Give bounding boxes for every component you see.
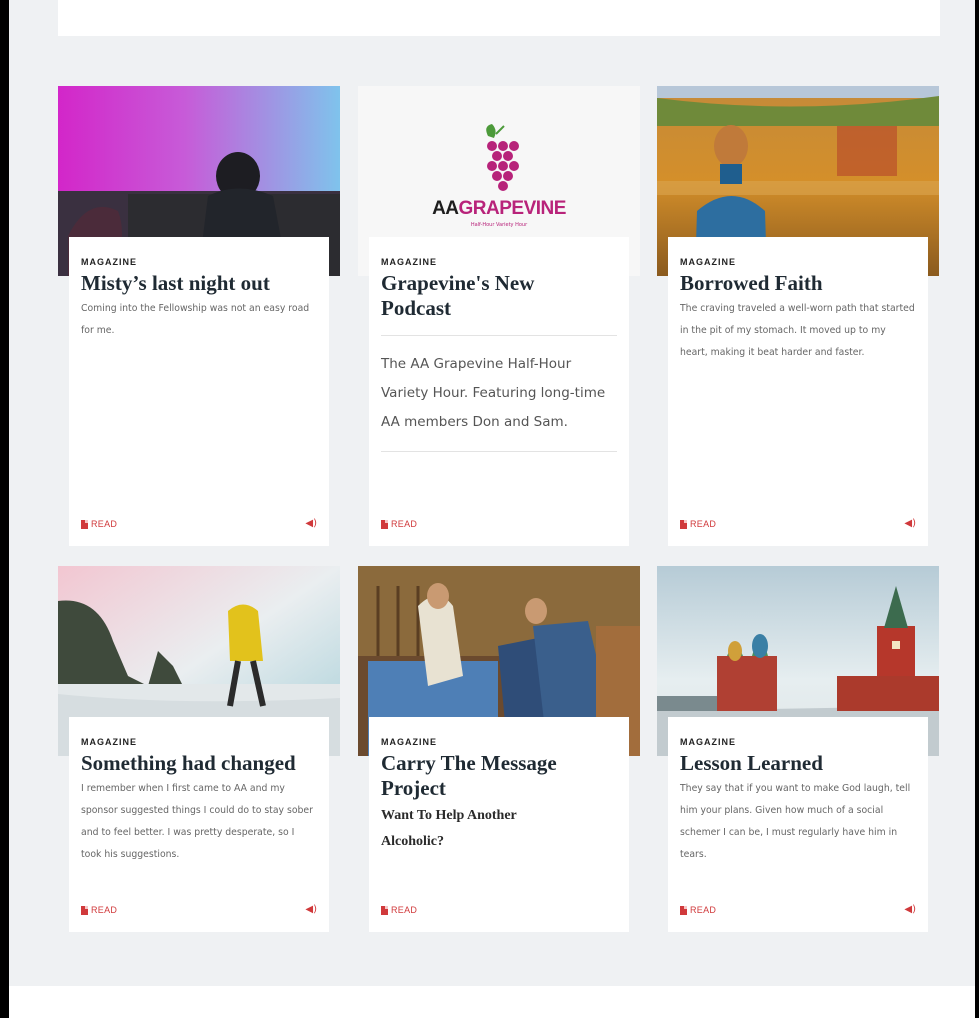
document-icon [81,519,88,529]
speaker-icon[interactable]: ◀) [305,519,317,529]
card-body: MAGAZINE Grapevine's New Podcast The AA … [369,237,629,546]
top-search-bar [58,0,940,36]
article-title[interactable]: Misty’s last night out [81,271,317,296]
card-body: MAGAZINE Borrowed Faith The craving trav… [668,237,928,546]
article-excerpt: The AA Grapevine Half-Hour Variety Hour.… [381,356,606,430]
card-actions: READ ◀) [680,518,916,530]
category-label: MAGAZINE [381,257,437,267]
read-link[interactable]: READ [381,519,417,529]
footer-bar [9,986,975,1018]
document-icon [381,519,388,529]
document-icon [680,519,687,529]
category-label: MAGAZINE [81,257,137,267]
card-actions: READ ◀) [680,904,916,916]
article-card[interactable]: MAGAZINE Misty’s last night out Coming i… [58,86,340,546]
read-label: READ [690,905,717,915]
logo-tagline: Half-Hour Variety Hour [470,222,528,228]
divider [381,451,617,452]
document-icon [81,905,88,915]
read-link[interactable]: READ [680,519,716,529]
card-body: MAGAZINE Carry The Message Project Want … [369,717,629,932]
category-label: MAGAZINE [81,737,137,747]
article-card[interactable]: MAGAZINE Lesson Learned They say that if… [657,566,939,932]
article-excerpt: They say that if you want to make God la… [680,783,911,860]
document-icon [381,905,388,915]
card-actions: READ ◀) [81,518,317,530]
article-excerpt: I remember when I first came to AA and m… [81,783,313,860]
category-label: MAGAZINE [680,737,736,747]
read-label: READ [91,519,118,529]
speaker-icon[interactable]: ◀) [305,905,317,915]
article-card[interactable]: MAGAZINE Carry The Message Project Want … [358,566,640,932]
card-actions: READ [381,518,617,530]
speaker-icon[interactable]: ◀) [904,905,916,915]
card-actions: READ [381,904,617,916]
grapevine-logo: AAGRAPEVINE [432,198,566,219]
page: MAGAZINE Misty’s last night out Coming i… [9,0,975,1018]
article-subtitle: Want To Help Another Alcoholic? [381,808,517,849]
divider [381,335,617,336]
article-title[interactable]: Lesson Learned [680,751,916,776]
document-icon [680,905,687,915]
card-body: MAGAZINE Something had changed I remembe… [69,717,329,932]
article-excerpt: The craving traveled a well-worn path th… [680,303,915,358]
article-title[interactable]: Something had changed [81,751,317,776]
read-link[interactable]: READ [81,519,117,529]
read-label: READ [690,519,717,529]
read-link[interactable]: READ [81,905,117,915]
article-card[interactable]: MAGAZINE Borrowed Faith The craving trav… [657,86,939,546]
article-card[interactable]: MAGAZINE Something had changed I remembe… [58,566,340,932]
read-label: READ [91,905,118,915]
card-body: MAGAZINE Lesson Learned They say that if… [668,717,928,932]
read-label: READ [391,905,418,915]
read-link[interactable]: READ [680,905,716,915]
article-card[interactable]: AAGRAPEVINE Half-Hour Variety Hour MAGAZ… [358,86,640,546]
card-body: MAGAZINE Misty’s last night out Coming i… [69,237,329,546]
category-label: MAGAZINE [680,257,736,267]
article-title[interactable]: Borrowed Faith [680,271,916,296]
speaker-icon[interactable]: ◀) [904,519,916,529]
card-actions: READ ◀) [81,904,317,916]
article-title[interactable]: Grapevine's New Podcast [381,271,561,321]
category-label: MAGAZINE [381,737,437,747]
article-excerpt: Coming into the Fellowship was not an ea… [81,303,310,336]
read-link[interactable]: READ [381,905,417,915]
read-label: READ [391,519,418,529]
article-title[interactable]: Carry The Message Project [381,751,601,801]
